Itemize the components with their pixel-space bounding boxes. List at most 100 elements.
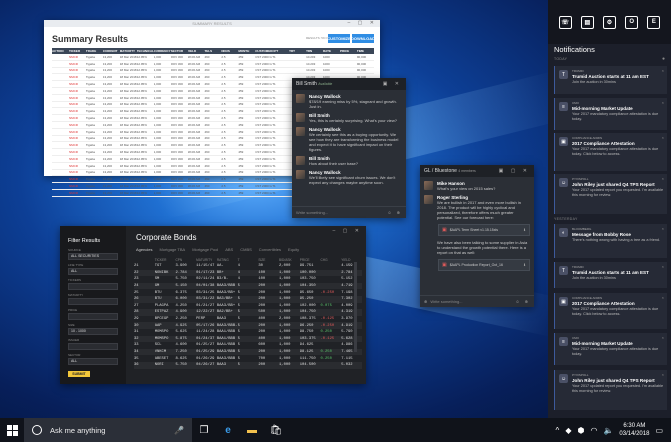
table-row[interactable]: 23 SM 5.750 02/11/24 B3/B- 4 100 1,000 103.750 5.… [134,276,362,283]
store-icon[interactable]: 🛍 [264,418,288,442]
id-card-icon[interactable]: ▤ [580,15,594,29]
tab-convertibles[interactable]: Convertibles [259,247,281,252]
table-row[interactable]: 34 VNKCM 7.250 01/25/29 BAA3/BBB 5 200 1,000 98.… [134,348,362,356]
column-header[interactable]: CHG [320,256,341,263]
microphone-icon[interactable]: 🎤 [174,426,184,435]
tab-equity[interactable]: Equity [288,247,299,252]
message-input[interactable]: Write something... ☺ ⊕ [292,206,406,218]
filter-select[interactable]: ALL [68,268,118,275]
table-row[interactable]: 22 NONIBK 2.784 01/17/23 BB+ 4 100 1,000 100.000… [134,269,362,277]
tab-cmbs[interactable]: CMBS [240,247,252,252]
app-tray-icon[interactable]: ◆ [565,426,571,435]
column-header[interactable]: BID/ASK [279,256,300,263]
action-center-icon[interactable]: ▭ [655,426,663,435]
download-button[interactable]: DOWNLOAD [351,34,375,43]
close-icon[interactable]: × [662,264,664,269]
dropbox-icon[interactable]: ⬢ [577,426,584,435]
notification-card[interactable]: ≡ CMO Mid-morning Market Update Your 2017 m… [554,98,667,130]
filter-select[interactable] [68,313,118,320]
column-header[interactable]: SIZE [258,256,279,263]
filter-select[interactable]: 10 - 1000 [68,328,118,335]
table-row[interactable]: 27 PLAGPA 4.250 01/21/27 BAA3/BB+ 5 200 1,000 10… [134,303,362,310]
notification-card[interactable]: T TRUMID Trumid Auction starts at 11 am ES… [554,66,667,94]
column-header[interactable] [134,256,155,263]
table-row[interactable]: NMCR Tigaba 13,200 18 Mar 2018 12.95% 1,000 RO… [52,60,374,68]
table-row[interactable]: 29 BPCEGP 2.250 PERP BAA3 5 400 2,000 108.375 -0.… [134,316,362,323]
table-row[interactable]: 35 ABESET 8.625 01/26/29 BAA3/BBB 5 700 1,000 11… [134,355,362,362]
attach-icon[interactable]: ⊕ [424,299,427,304]
table-row[interactable]: 21 TGT 3.900 11/15/47 AA- 4 30 2,000 99.751 4.159 [134,263,362,270]
table-row[interactable]: NMCR Tigaba 13,200 18 Mar 2018 12.95% 1,000 RO… [52,67,374,75]
message-input[interactable]: ⊕ Write something... ☺ ⊕ [420,295,534,307]
download-icon[interactable]: ⬇ [523,263,526,267]
emoji-icon[interactable]: ☺ ⊕ [387,210,402,215]
phone-icon[interactable]: ☏ [558,15,572,29]
notification-card[interactable]: ≡ CMO Mid-morning Market Update Your 2017 m… [554,333,667,365]
close-icon[interactable]: × [662,135,664,140]
column-header[interactable]: CPN [175,256,196,263]
filter-select[interactable]: ALL SECURITIES [68,253,118,260]
office-icon[interactable]: O [625,15,639,29]
notification-card[interactable]: ◐ BLOOMBERG Message from Bobby Rose There's… [554,224,667,258]
table-row[interactable]: 32 MOMSPO 5.875 01/24/37 BAA1/BBB 5 400 1,000 10… [134,335,362,343]
close-icon[interactable]: × [662,176,664,181]
submit-button[interactable]: SUBMIT [68,371,90,377]
emoji-icon[interactable]: ☺ ⊕ [515,299,530,304]
attachment[interactable]: ▣ $AAPL Term Sheet v1.15.15xls ⬇ [438,224,530,236]
table-row[interactable]: 36 NORI 5.750 04/26/27 BAA3 5 200 1,000 104.500 5… [134,361,362,369]
table-row[interactable]: 26 BTU 6.000 03/31/22 BA3/BB+ 5 200 1,000 95.250… [134,295,362,303]
clear-all-icon[interactable]: ● [662,56,665,62]
start-button[interactable] [0,418,24,442]
wifi-icon[interactable]: ◠ [590,426,597,435]
attachment[interactable]: ▣ $AAPL Production Report_Oct_16 ⬇ [438,259,530,271]
window-controls[interactable]: – ▢ ✕ [333,228,362,234]
table-row[interactable]: 28 ESTPAZ 4.900 12/22/27 BA2/BB+ 5 500 1,000 104… [134,309,362,316]
exchange-icon[interactable]: E [647,15,661,29]
column-header[interactable]: TICKER [155,256,176,263]
close-icon[interactable]: × [662,68,664,73]
download-icon[interactable]: ⬇ [523,228,526,232]
notification-card[interactable]: ☺ PYXISPOLL John Riley just shared Q4 TPS … [554,174,667,214]
column-header[interactable]: PRICE [300,256,321,263]
clock[interactable]: 6:30 AM 03/14/2018 [619,422,649,438]
chat-header[interactable]: GL / Bluestone 4 members ▣ ▢ ✕ [420,165,534,177]
filter-select[interactable] [68,343,118,350]
edge-browser-icon[interactable]: e [216,418,240,442]
volume-icon[interactable]: 🔈 [603,426,613,435]
table-row[interactable]: 25 BTU 6.375 03/31/25 BAA3/BB+ 5 200 1,000 95.65… [134,289,362,296]
filter-select[interactable] [68,298,118,305]
chat-window-controls[interactable]: ▣ ✕ [383,81,402,87]
filter-select[interactable]: ALL [68,358,118,365]
tab-mortgage-pool[interactable]: Mortgage Pool [192,247,218,252]
table-row[interactable]: 24 GM 5.150 04/01/38 BAA3/BBB 5 200 1,000 104.35… [134,282,362,290]
column-header[interactable]: T [238,256,259,263]
notification-card[interactable]: ☺ PYXISPOLL John Riley just shared Q4 TPS … [554,370,667,410]
tab-abs[interactable]: ABS [225,247,233,252]
close-icon[interactable]: × [662,335,664,340]
window-titlebar[interactable]: SUMMARY RESULTS – ▢ ✕ [44,20,380,27]
scrollbar[interactable] [354,262,357,352]
notification-card[interactable]: ▣ COMPLIANCE ADMIN 2017 Compliance Attesta… [554,293,667,329]
window-controls[interactable]: – ▢ ✕ [348,20,377,26]
file-explorer-icon[interactable]: ▬ [240,418,264,442]
table-row[interactable]: 30 AAP 4.925 05/17/26 BAA3/BBB- 5 200 1,000 96.2… [134,322,362,329]
notification-card[interactable]: ▣ COMPLIANCE ADMIN 2017 Compliance Attesta… [554,133,667,171]
customize-button[interactable]: CUSTOMIZE [327,34,351,43]
search-box[interactable]: Ask me anything 🎤 [24,418,192,442]
table-row[interactable]: 33 SCL 4.600 01/25/27 BAA1/BBB 5 600 1,000 94.62… [134,342,362,349]
notification-card[interactable]: T TRUMID Trumid Auction starts at 11 am ES… [554,262,667,288]
tab-mortgage-tba[interactable]: Mortgage TBA [159,247,185,252]
chat-header[interactable]: Bill Smith Available ▣ ✕ [292,78,406,90]
task-view-icon[interactable]: ❐ [192,418,216,442]
column-header[interactable]: MATURITY [196,256,217,263]
chat-window-controls[interactable]: ▣ ▢ ✕ [499,168,530,174]
chevron-up-icon[interactable]: ^ [556,426,560,435]
filter-select[interactable] [68,283,118,290]
tab-agencies[interactable]: Agencies [136,247,152,252]
table-row[interactable]: 31 MOMSPO 5.625 11/24/28 BAA1/BBB 5 200 1,000 98… [134,329,362,336]
close-icon[interactable]: × [662,226,664,231]
close-icon[interactable]: × [662,372,664,377]
settings-icon[interactable]: ⚙ [602,15,616,29]
close-icon[interactable]: × [662,100,664,105]
column-header[interactable]: RATING [217,256,238,263]
